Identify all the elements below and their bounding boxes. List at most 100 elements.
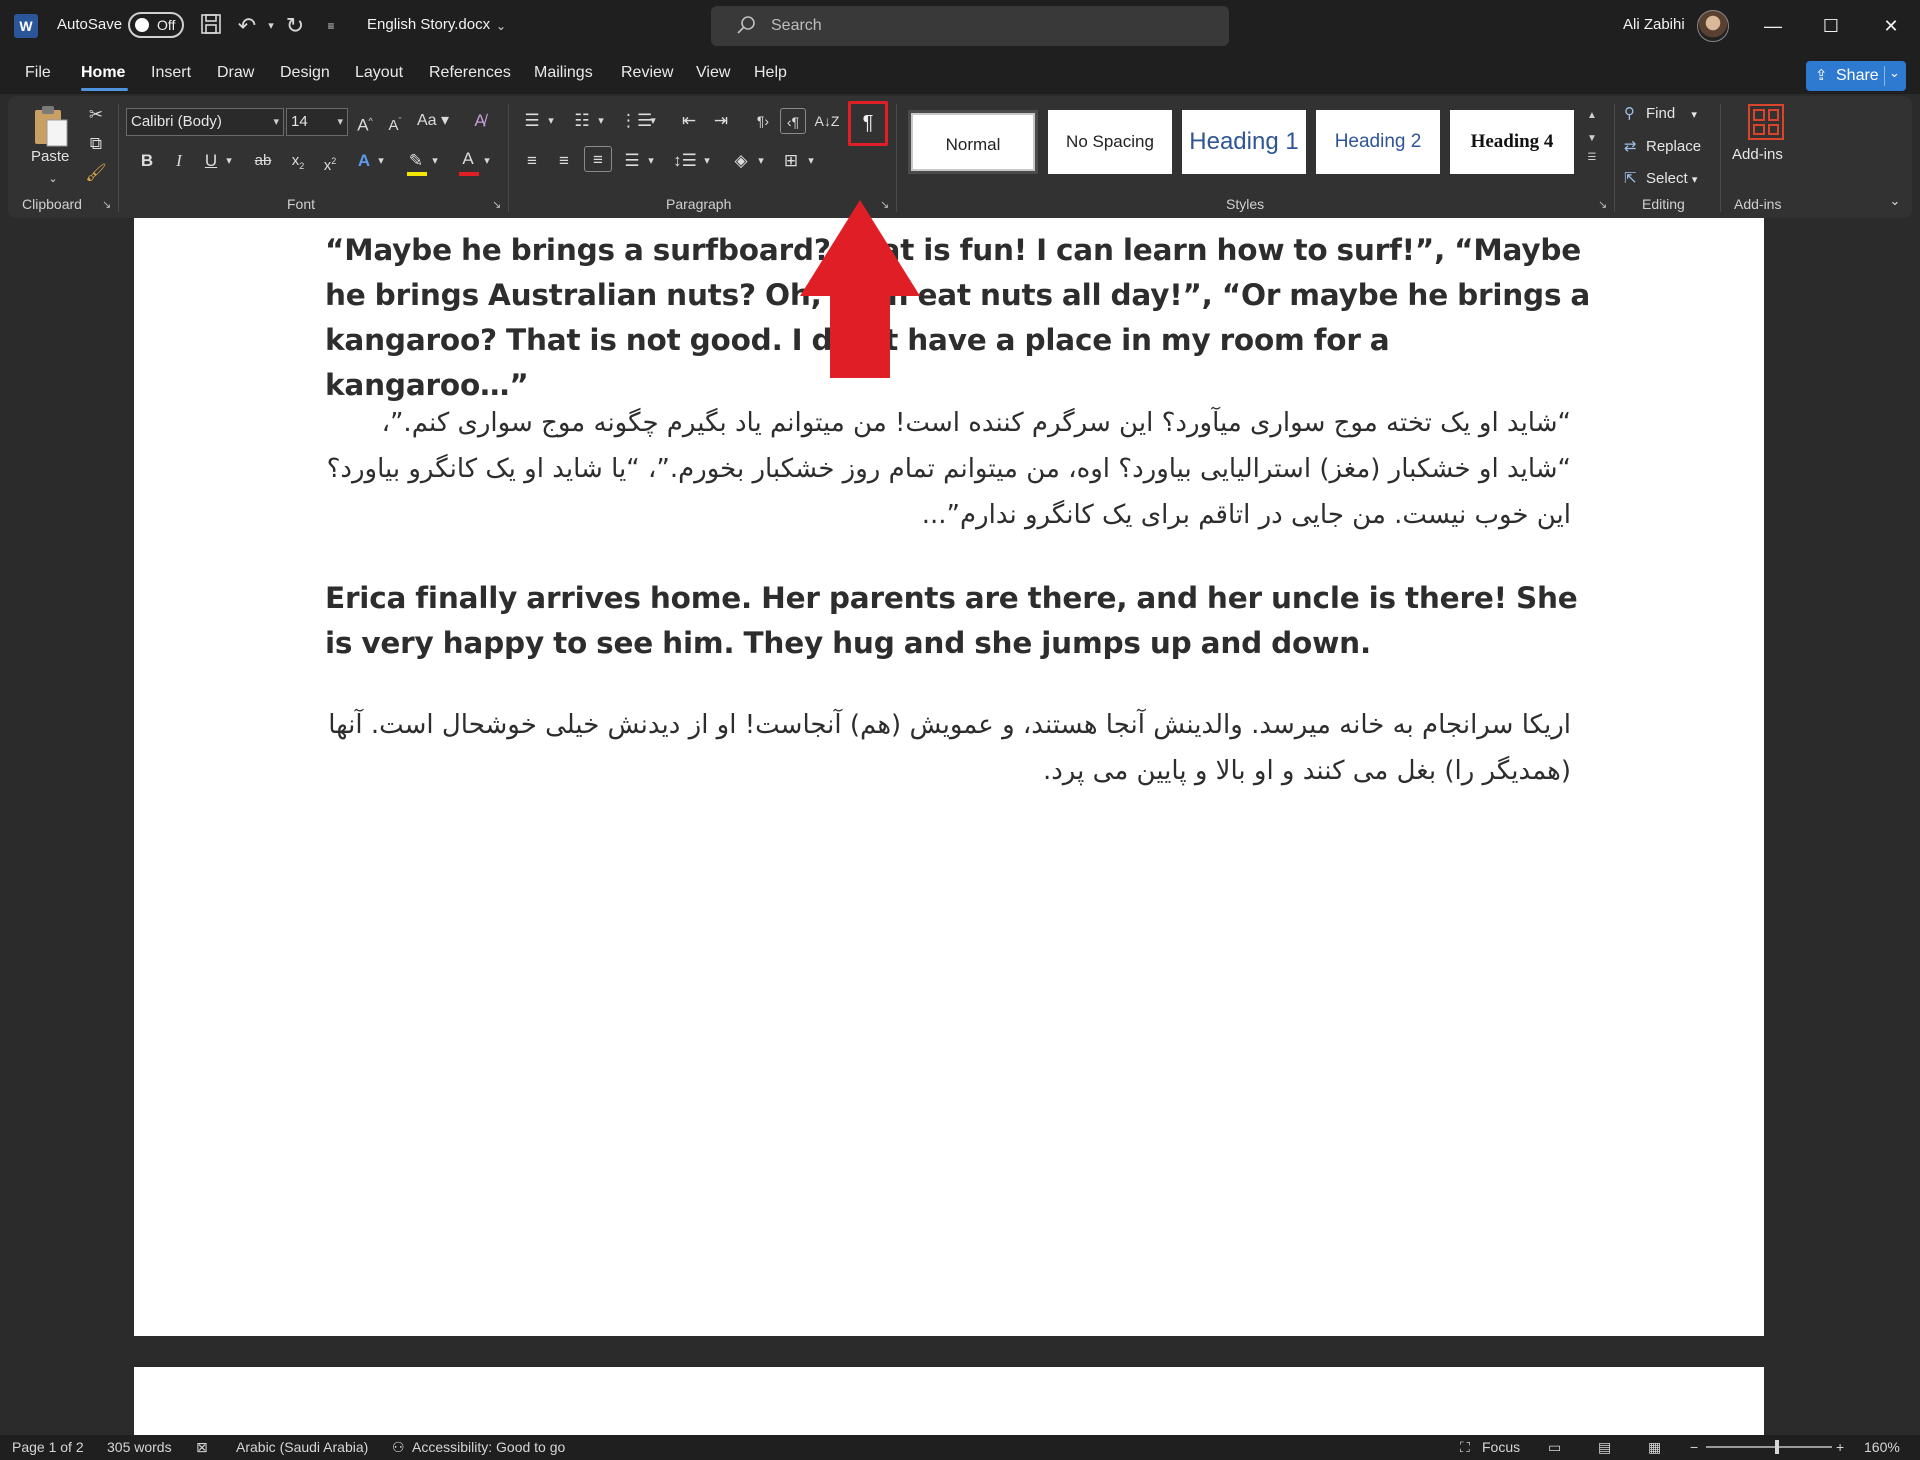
- paste-label[interactable]: Paste: [31, 148, 69, 165]
- numbering-icon[interactable]: ☷: [570, 108, 594, 134]
- chevron-down-icon[interactable]: ▾: [544, 108, 558, 134]
- font-size-select[interactable]: 14 ▾: [286, 108, 348, 136]
- tab-file[interactable]: File: [25, 64, 51, 82]
- redo-icon[interactable]: ↻: [282, 13, 308, 39]
- chevron-down-icon[interactable]: ▾: [1692, 174, 1698, 186]
- document-title[interactable]: English Story.docx: [367, 16, 490, 33]
- bullets-icon[interactable]: ☰: [520, 108, 544, 134]
- user-name[interactable]: Ali Zabihi: [1623, 16, 1685, 33]
- document-page-2[interactable]: [134, 1367, 1764, 1435]
- styles-gallery-scroll[interactable]: ▲ ▼ ☰: [1584, 110, 1600, 182]
- document-page[interactable]: “Maybe he brings a surfboard? That is fu…: [134, 218, 1764, 1336]
- decrease-indent-icon[interactable]: ⇤: [676, 108, 702, 134]
- text-effects-icon[interactable]: A: [352, 148, 376, 174]
- maximize-icon[interactable]: ☐: [1808, 10, 1854, 42]
- rtl-direction-icon[interactable]: ‹¶: [780, 108, 806, 134]
- chevron-down-icon[interactable]: ▾: [700, 148, 714, 174]
- tab-layout[interactable]: Layout: [355, 64, 403, 82]
- close-icon[interactable]: ✕: [1868, 10, 1914, 42]
- tab-design[interactable]: Design: [280, 64, 330, 82]
- chevron-down-icon[interactable]: ▾: [222, 148, 236, 174]
- print-layout-icon[interactable]: ▤: [1598, 1439, 1611, 1456]
- tab-help[interactable]: Help: [754, 64, 787, 82]
- increase-indent-icon[interactable]: ⇥: [708, 108, 734, 134]
- tab-insert[interactable]: Insert: [151, 64, 191, 82]
- style-heading-4[interactable]: Heading 4: [1450, 110, 1574, 174]
- show-hide-formatting-button[interactable]: ¶: [848, 101, 888, 146]
- addins-button-label[interactable]: Add-ins: [1732, 146, 1783, 163]
- multilevel-list-icon[interactable]: ⋮☰: [620, 108, 652, 134]
- tab-home[interactable]: Home: [81, 64, 125, 82]
- paragraph-persian-1[interactable]: “شاید او یک تخته موج سواری میآورد؟ این س…: [325, 400, 1571, 538]
- tab-references[interactable]: References: [429, 64, 511, 82]
- shrink-font-icon[interactable]: Aˇ: [382, 108, 408, 134]
- avatar[interactable]: [1697, 10, 1729, 42]
- read-mode-icon[interactable]: ▭: [1548, 1439, 1561, 1456]
- style-normal[interactable]: Normal: [908, 110, 1038, 174]
- line-spacing-icon[interactable]: ↕☰: [672, 148, 698, 174]
- web-layout-icon[interactable]: ▦: [1648, 1439, 1661, 1456]
- sort-icon[interactable]: A↓Z: [814, 108, 840, 134]
- save-icon[interactable]: [198, 13, 224, 39]
- italic-icon[interactable]: I: [168, 148, 190, 174]
- customize-qat-icon[interactable]: ≡: [318, 13, 344, 39]
- shading-icon[interactable]: ◈: [728, 148, 754, 174]
- tab-view[interactable]: View: [696, 64, 730, 82]
- cut-icon[interactable]: ✂: [84, 102, 108, 128]
- chevron-down-icon[interactable]: ▾: [1691, 109, 1697, 121]
- zoom-out-icon[interactable]: −: [1690, 1439, 1698, 1455]
- autosave-toggle[interactable]: Off: [128, 12, 184, 38]
- clear-formatting-icon[interactable]: A̸: [466, 108, 494, 134]
- undo-dropdown-icon[interactable]: ▾: [258, 13, 284, 39]
- copy-icon[interactable]: ⧉: [84, 131, 108, 157]
- focus-mode-button[interactable]: Focus: [1482, 1439, 1520, 1455]
- font-name-select[interactable]: Calibri (Body) ▾: [126, 108, 284, 136]
- bold-icon[interactable]: B: [136, 148, 158, 174]
- page-count[interactable]: Page 1 of 2: [12, 1439, 84, 1455]
- chevron-down-icon[interactable]: ▾: [594, 108, 608, 134]
- find-button[interactable]: ⚲ Find ▾: [1624, 104, 1697, 122]
- paste-icon[interactable]: [32, 104, 70, 148]
- superscript-icon[interactable]: x2: [318, 148, 342, 174]
- chevron-down-icon[interactable]: ▾: [754, 148, 768, 174]
- justify-icon[interactable]: ☰: [620, 148, 644, 174]
- chevron-down-icon[interactable]: ▾: [804, 148, 818, 174]
- replace-button[interactable]: ⇄ Replace: [1624, 137, 1701, 155]
- align-left-icon[interactable]: ≡: [520, 148, 544, 174]
- select-button[interactable]: ⇱ Select ▾: [1624, 169, 1697, 187]
- subscript-icon[interactable]: x2: [286, 148, 310, 174]
- proofing-icon[interactable]: ⊠: [196, 1439, 208, 1456]
- strikethrough-icon[interactable]: ab: [248, 148, 278, 174]
- style-heading-1[interactable]: Heading 1: [1182, 110, 1306, 174]
- share-button[interactable]: ⇪ Share ⌄: [1806, 61, 1906, 91]
- chevron-down-icon[interactable]: ⌄: [488, 13, 514, 39]
- highlight-icon[interactable]: ✎: [404, 148, 428, 174]
- chevron-down-icon[interactable]: ▼: [1584, 133, 1600, 144]
- align-center-icon[interactable]: ≡: [552, 148, 576, 174]
- chevron-down-icon[interactable]: ⌄: [46, 166, 60, 192]
- addins-icon[interactable]: [1748, 104, 1784, 140]
- tab-review[interactable]: Review: [621, 64, 673, 82]
- underline-icon[interactable]: U: [200, 148, 222, 174]
- format-painter-icon[interactable]: 🖌: [84, 160, 108, 186]
- dialog-launcher-icon[interactable]: ↘: [1598, 198, 1607, 211]
- tab-mailings[interactable]: Mailings: [534, 64, 593, 82]
- chevron-down-icon[interactable]: ▾: [646, 108, 660, 134]
- collapse-ribbon-icon[interactable]: ⌄: [1886, 188, 1904, 214]
- chevron-down-icon[interactable]: ⌄: [1889, 65, 1900, 81]
- dialog-launcher-icon[interactable]: ↘: [102, 198, 111, 211]
- undo-icon[interactable]: ↶: [234, 13, 260, 39]
- dialog-launcher-icon[interactable]: ↘: [492, 198, 501, 211]
- zoom-in-icon[interactable]: +: [1836, 1439, 1844, 1455]
- chevron-down-icon[interactable]: ▾: [374, 148, 388, 174]
- tab-draw[interactable]: Draw: [217, 64, 254, 82]
- language-indicator[interactable]: Arabic (Saudi Arabia): [236, 1439, 368, 1455]
- ltr-direction-icon[interactable]: ¶›: [752, 108, 774, 134]
- grow-font-icon[interactable]: A^: [352, 108, 378, 135]
- accessibility-status[interactable]: Accessibility: Good to go: [412, 1439, 565, 1455]
- borders-icon[interactable]: ⊞: [778, 148, 804, 174]
- zoom-slider-thumb[interactable]: [1775, 1440, 1779, 1454]
- zoom-level[interactable]: 160%: [1864, 1439, 1900, 1455]
- chevron-down-icon[interactable]: ▾: [428, 148, 442, 174]
- zoom-slider[interactable]: [1706, 1446, 1832, 1448]
